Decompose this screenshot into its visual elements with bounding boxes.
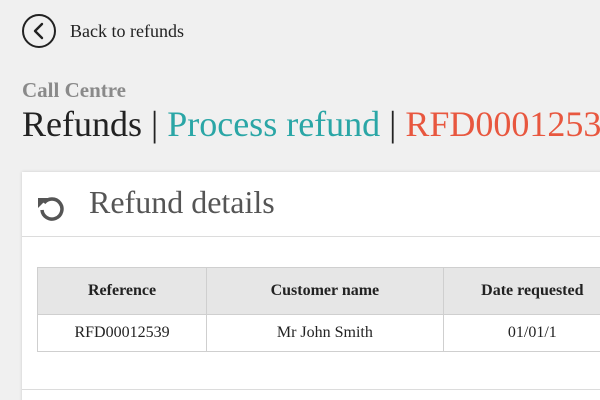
table-row: RFD00012539 Mr John Smith 01/01/1	[36, 314, 600, 352]
column-header-date-requested: Date requested	[442, 267, 600, 315]
card-divider	[22, 389, 600, 390]
refund-table-wrapper: Reference Customer name Date requested R…	[36, 267, 600, 352]
breadcrumb-refunds[interactable]: Refunds	[22, 104, 142, 144]
column-header-customer-name: Customer name	[206, 267, 444, 315]
breadcrumb-separator: |	[151, 104, 159, 144]
refund-details-card: Refund details Reference Customer name D…	[22, 172, 600, 400]
refresh-icon[interactable]	[36, 192, 66, 222]
back-link-label[interactable]: Back to refunds	[70, 21, 184, 42]
cell-customer-name: Mr John Smith	[206, 314, 444, 352]
table-header-row: Reference Customer name Date requested	[36, 267, 600, 315]
breadcrumb-separator: |	[389, 104, 397, 144]
card-title: Refund details	[89, 184, 275, 220]
column-header-reference: Reference	[36, 267, 208, 315]
breadcrumb-refund-reference: RFD00012539	[405, 104, 600, 144]
page-title: Refunds | Process refund | RFD00012539	[22, 100, 600, 148]
cell-date-requested: 01/01/1	[442, 314, 600, 352]
back-arrow-icon[interactable]	[22, 14, 56, 48]
refund-table: Reference Customer name Date requested R…	[36, 267, 600, 352]
card-header: Refund details	[22, 172, 600, 237]
breadcrumb-process-refund[interactable]: Process refund	[167, 104, 380, 144]
page: Back to refunds Call Centre Refunds | Pr…	[0, 0, 600, 400]
cell-reference: RFD00012539	[36, 314, 208, 352]
back-to-refunds-link[interactable]: Back to refunds	[22, 14, 184, 48]
